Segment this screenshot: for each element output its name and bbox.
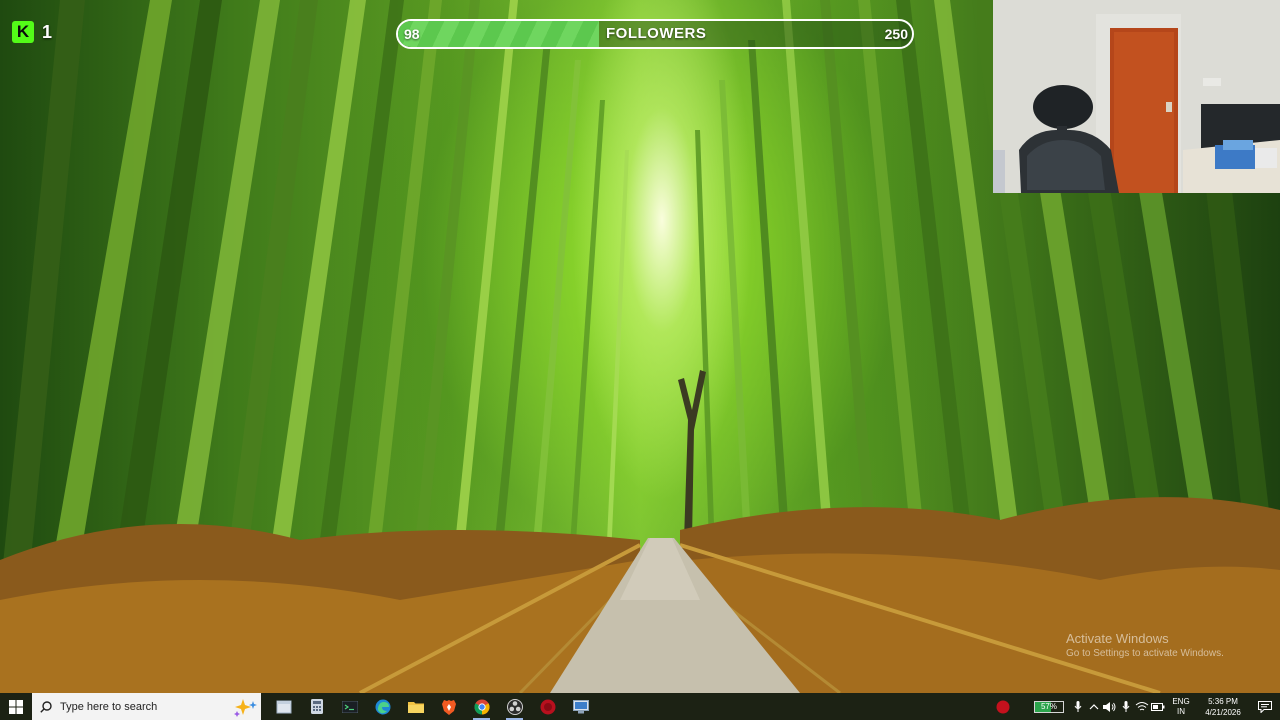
- taskbar-app-obs[interactable]: [498, 693, 531, 720]
- record-app-icon: [540, 699, 555, 714]
- folder-icon: [407, 702, 424, 713]
- calculator-icon: [310, 699, 323, 714]
- kick-follower-badge: K 1: [12, 18, 52, 46]
- kick-count: 1: [42, 21, 53, 42]
- goal-label: FOLLOWERS: [606, 25, 707, 42]
- webcam-feed: [993, 0, 1280, 193]
- windows-logo-icon: [9, 699, 23, 714]
- wifi-icon: [1135, 702, 1149, 711]
- microphone-button[interactable]: [1118, 693, 1134, 720]
- microphone-icon: [1122, 700, 1130, 712]
- battery-percent: 57%: [1040, 701, 1057, 711]
- taskbar-search-box[interactable]: Type here to search: [32, 693, 261, 720]
- terminal-icon: [341, 700, 358, 713]
- edge-icon: [375, 699, 390, 714]
- system-tray: 57% ENG IN 5:36 PM 4/21/2026: [992, 693, 1280, 720]
- notification-icon: [1258, 700, 1272, 713]
- chevron-up-icon: [1089, 703, 1099, 709]
- brave-icon: [441, 699, 456, 715]
- taskbar-app-record[interactable]: [531, 693, 564, 720]
- search-icon: [40, 700, 52, 713]
- clock-date: 4/21/2026: [1205, 707, 1241, 717]
- kick-logo-icon: K: [12, 21, 34, 43]
- goal-progress-fill: [398, 21, 600, 47]
- language-code: ENG: [1172, 696, 1190, 706]
- taskbar-clock[interactable]: 5:36 PM 4/21/2026: [1196, 696, 1250, 718]
- notification-center-button[interactable]: [1250, 693, 1280, 720]
- input-language-button[interactable]: ENG IN: [1170, 697, 1192, 717]
- taskbar-app-remote-desktop[interactable]: [564, 693, 597, 720]
- record-indicator-icon: [996, 700, 1010, 713]
- watermark-subtitle: Go to Settings to activate Windows.: [1066, 648, 1224, 659]
- chrome-icon: [473, 699, 490, 714]
- microphone-status-icon: [1074, 700, 1082, 712]
- volume-button[interactable]: [1102, 693, 1118, 720]
- obs-icon: [506, 698, 523, 715]
- battery-indicator[interactable]: 57%: [1034, 700, 1064, 713]
- search-placeholder: Type here to search: [60, 700, 158, 713]
- file-explorer-window-icon: [276, 700, 291, 713]
- goal-current-value: 98: [404, 26, 420, 42]
- watermark-title: Activate Windows: [1066, 631, 1169, 646]
- show-hidden-icons-button[interactable]: [1086, 693, 1102, 720]
- taskbar-app-calculator[interactable]: [300, 693, 333, 720]
- taskbar-app-terminal[interactable]: [333, 693, 366, 720]
- taskbar-app-brave[interactable]: [432, 693, 465, 720]
- pinned-apps: [267, 693, 597, 720]
- taskbar-app-chrome[interactable]: [465, 693, 498, 720]
- taskbar: Type here to search 57% ENG IN 5:36 PM 4…: [0, 693, 1280, 720]
- taskbar-app-folder[interactable]: [399, 693, 432, 720]
- taskbar-app-edge[interactable]: [366, 693, 399, 720]
- search-highlight-icon: [234, 698, 257, 717]
- goal-target-value: 250: [884, 26, 908, 42]
- taskbar-app-file-explorer-window[interactable]: [267, 693, 300, 720]
- start-button[interactable]: [0, 693, 32, 720]
- tray-record-indicator[interactable]: [992, 693, 1014, 720]
- power-button[interactable]: [1150, 693, 1166, 720]
- clock-time: 5:36 PM: [1208, 696, 1238, 706]
- remote-desktop-icon: [572, 699, 589, 713]
- follower-goal-bar: 98 FOLLOWERS 250: [396, 19, 914, 49]
- speaker-icon: [1103, 701, 1116, 712]
- tray-mic-indicator[interactable]: [1070, 693, 1086, 720]
- tray-spacer: [1014, 693, 1034, 720]
- webcam-room-scene: [993, 0, 1280, 193]
- battery-plug-icon: [1151, 702, 1165, 711]
- language-region: IN: [1177, 706, 1185, 716]
- activate-windows-watermark: Activate Windows Go to Settings to activ…: [1066, 631, 1224, 661]
- network-button[interactable]: [1134, 693, 1150, 720]
